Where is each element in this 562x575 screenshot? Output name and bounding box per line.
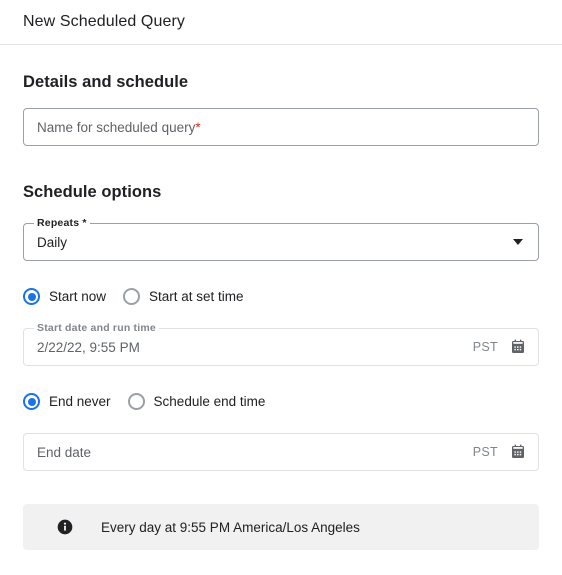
start-date-input-value: 2/22/22, 9:55 PM: [37, 339, 140, 355]
page-title: New Scheduled Query: [23, 13, 185, 30]
end-date-input-placeholder: End date: [37, 444, 92, 460]
radio-schedule-end-time-label: Schedule end time: [153, 394, 266, 409]
radio-schedule-end-time[interactable]: Schedule end time: [127, 393, 266, 410]
start-option-radio-group: Start now Start at set time: [23, 288, 539, 305]
radio-end-never-label: End never: [49, 394, 111, 409]
calendar-icon[interactable]: [510, 444, 526, 460]
radio-start-now-label: Start now: [49, 289, 107, 304]
page-header: New Scheduled Query: [0, 0, 562, 45]
schedule-summary-text: Every day at 9:55 PM America/Los Angeles: [101, 519, 360, 535]
end-date-timezone-label: PST: [472, 445, 498, 459]
repeats-select-trailing: [513, 239, 525, 245]
radio-schedule-end-time-indicator: [127, 393, 145, 410]
start-date-trailing: PST: [473, 339, 525, 355]
end-date-trailing: PST: [473, 444, 525, 460]
radio-start-at-set-time-label: Start at set time: [149, 289, 244, 304]
repeats-select-label: Repeats *: [34, 217, 90, 229]
start-date-timezone-label: PST: [472, 340, 498, 354]
chevron-down-icon[interactable]: [513, 239, 523, 245]
radio-start-now-indicator: [23, 288, 40, 305]
name-input-placeholder: Name for scheduled query: [37, 119, 196, 135]
schedule-summary-banner: Every day at 9:55 PM America/Los Angeles: [23, 504, 539, 550]
calendar-icon[interactable]: [510, 339, 526, 355]
end-date-input[interactable]: End date PST: [23, 433, 539, 471]
start-date-input-label: Start date and run time: [34, 322, 159, 334]
radio-start-at-set-time-indicator: [123, 288, 141, 305]
scheduled-query-form: Details and schedule Name for scheduled …: [0, 73, 562, 550]
radio-start-at-set-time[interactable]: Start at set time: [123, 288, 244, 305]
radio-start-now[interactable]: Start now: [23, 288, 106, 305]
radio-end-never[interactable]: End never: [23, 393, 111, 410]
section-heading-schedule: Schedule options: [23, 183, 162, 201]
radio-end-never-dot: [27, 397, 36, 406]
radio-end-never-indicator: [23, 393, 40, 410]
repeats-select-value: Daily: [37, 234, 68, 250]
radio-start-now-dot: [27, 292, 36, 301]
info-icon: [57, 519, 73, 535]
start-date-and-run-time-input[interactable]: Start date and run time 2/22/22, 9:55 PM…: [23, 322, 539, 366]
section-heading-details: Details and schedule: [23, 73, 189, 91]
repeats-select[interactable]: Repeats * Daily: [23, 217, 539, 261]
end-option-radio-group: End never Schedule end time: [23, 393, 539, 410]
scheduled-query-name-input[interactable]: Name for scheduled query *: [23, 108, 539, 146]
name-required-asterisk: *: [195, 119, 201, 135]
